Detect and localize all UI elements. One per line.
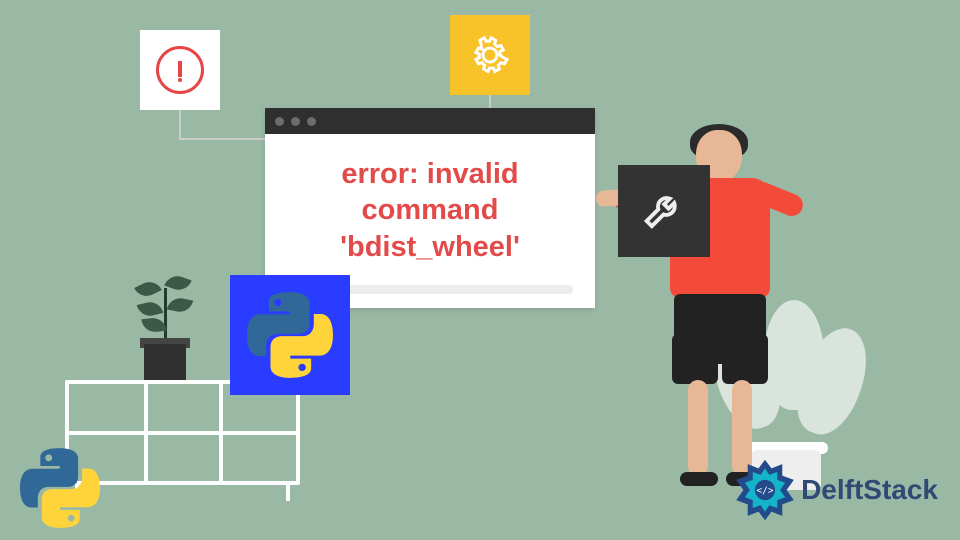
- wrench-card: [618, 165, 710, 257]
- plant-decoration: [130, 268, 200, 380]
- wrench-icon: [638, 185, 690, 237]
- python-corner-logo: [20, 448, 100, 528]
- browser-titlebar: [265, 108, 595, 134]
- error-message-line: command: [287, 192, 573, 228]
- browser-body: error: invalid command 'bdist_wheel': [265, 134, 595, 279]
- illustration-canvas: error: invalid command 'bdist_wheel': [0, 0, 960, 540]
- svg-text:</>: </>: [757, 486, 774, 497]
- brand-text: DelftStack: [801, 474, 938, 506]
- delftstack-logo-icon: </>: [729, 454, 801, 526]
- error-message-line: error: invalid: [287, 156, 573, 192]
- python-card: [230, 275, 350, 395]
- titlebar-dot: [307, 117, 316, 126]
- alert-circle-icon: [156, 46, 204, 94]
- python-logo-icon: [20, 448, 100, 528]
- titlebar-dot: [275, 117, 284, 126]
- error-message-line: 'bdist_wheel': [287, 229, 573, 265]
- delftstack-brand: </> DelftStack: [729, 454, 938, 526]
- shelf-decoration: [65, 380, 300, 485]
- error-card: [140, 30, 220, 110]
- python-logo-icon: [247, 292, 333, 378]
- titlebar-dot: [291, 117, 300, 126]
- settings-card: [450, 15, 530, 95]
- gear-icon: [468, 33, 512, 77]
- connector-line: [179, 110, 181, 140]
- connector-line: [179, 138, 269, 140]
